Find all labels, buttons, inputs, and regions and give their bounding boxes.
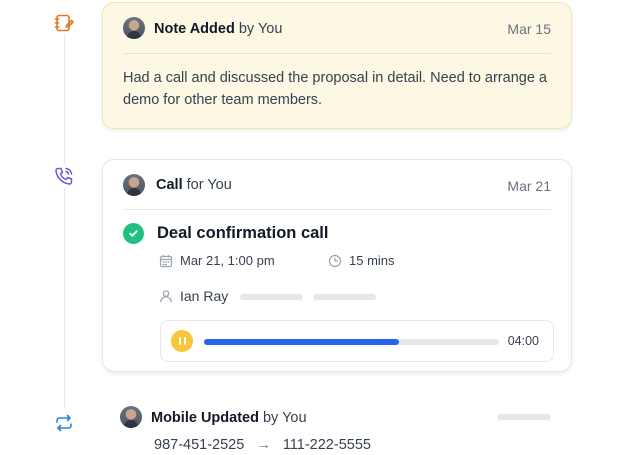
participant[interactable]: Ian Ray [159, 288, 228, 304]
phone-call-icon [53, 165, 75, 187]
clock-icon [328, 254, 342, 268]
call-datetime-text: Mar 21, 1:00 pm [180, 253, 275, 268]
call-duration-text: 15 mins [349, 253, 395, 268]
avatar [123, 17, 145, 39]
timeline-line [64, 28, 65, 408]
update-author: by You [262, 410, 307, 426]
old-phone-value: 987-451-2525 [154, 437, 245, 453]
call-duration: 15 mins [328, 253, 395, 268]
divider [123, 209, 551, 210]
update-header: Mobile Updated by You [151, 410, 307, 426]
call-card: Call for You Mar 21 Deal confirmation ca… [102, 159, 572, 372]
call-datetime: Mar 21, 1:00 pm [159, 253, 275, 268]
update-values: 987-451-2525 → 111-222-5555 [154, 437, 371, 453]
calendar-icon [159, 254, 173, 268]
audio-progress-fill [204, 339, 399, 345]
pause-button[interactable] [171, 330, 193, 352]
avatar [120, 406, 142, 428]
note-title: Note Added [154, 21, 235, 37]
note-header: Note Added by You [154, 21, 282, 37]
call-owner: for You [186, 177, 232, 193]
audio-progress-track[interactable] [204, 339, 499, 345]
note-edit-icon [53, 12, 75, 34]
check-circle-icon [123, 223, 144, 244]
avatar [123, 174, 145, 196]
update-title: Mobile Updated [151, 410, 259, 426]
note-author: by You [238, 21, 283, 37]
divider [123, 53, 551, 54]
arrow-right-icon: → [256, 437, 271, 453]
sync-arrows-icon [53, 412, 75, 434]
call-subject: Deal confirmation call [157, 224, 329, 242]
note-card: Note Added by You Mar 15 Had a call and … [102, 2, 572, 129]
note-body: Had a call and discussed the proposal in… [123, 70, 547, 108]
new-phone-value: 111-222-5555 [282, 437, 371, 453]
placeholder-bar [497, 414, 551, 420]
audio-time: 04:00 [507, 334, 539, 348]
audio-player: 04:00 [160, 320, 554, 362]
note-date: Mar 15 [507, 21, 551, 37]
call-date: Mar 21 [507, 178, 551, 194]
placeholder-bar [313, 294, 376, 300]
placeholder-bar [240, 294, 303, 300]
participant-name: Ian Ray [180, 288, 229, 304]
call-title: Call [156, 177, 183, 193]
user-icon [159, 289, 173, 303]
call-header: Call for You [156, 177, 232, 193]
